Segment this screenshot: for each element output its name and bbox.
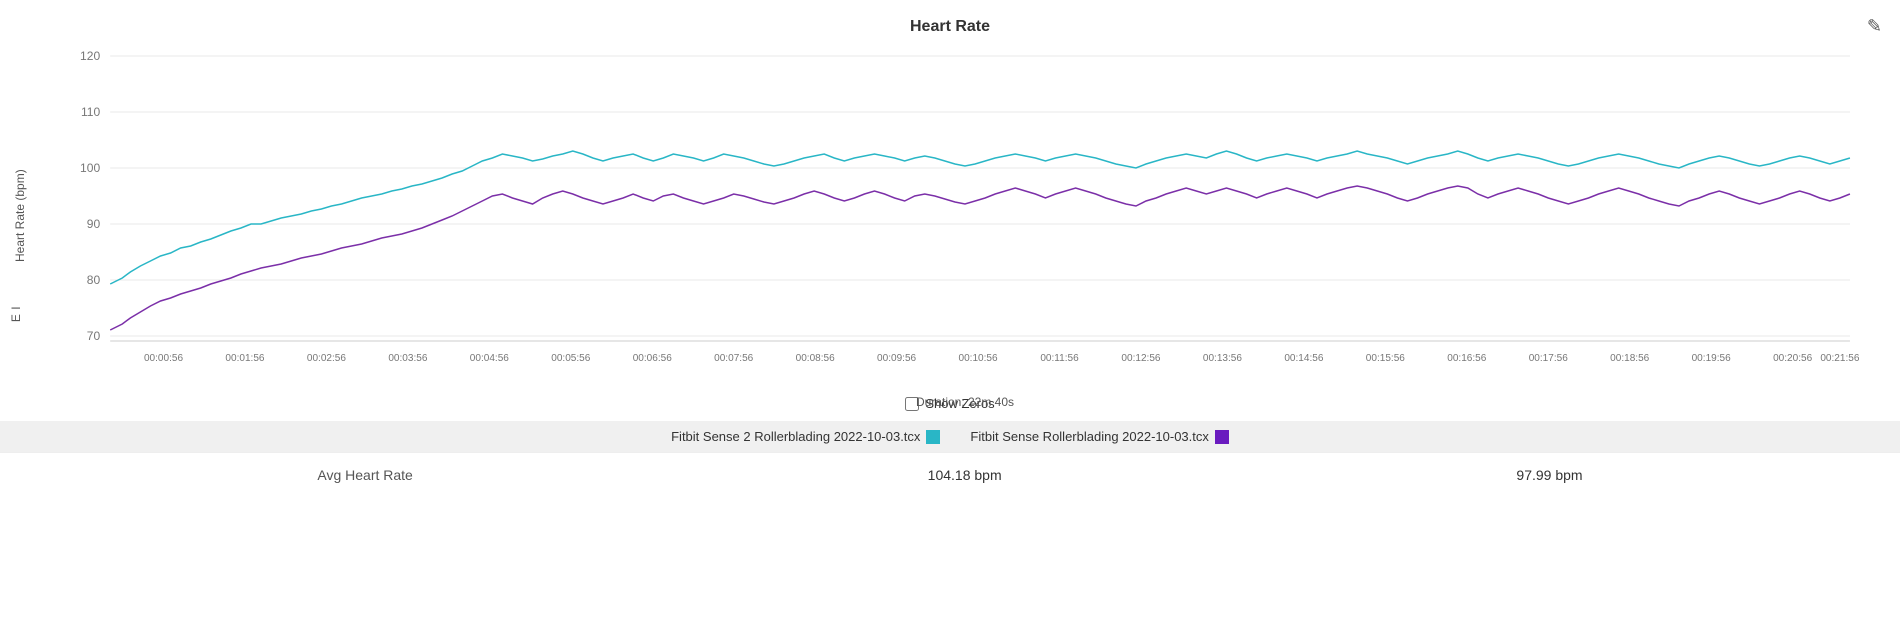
- svg-text:00:09:56: 00:09:56: [877, 353, 917, 364]
- svg-text:00:13:56: 00:13:56: [1203, 353, 1243, 364]
- legend-label-sense2: Fitbit Sense 2 Rollerblading 2022-10-03.…: [671, 429, 920, 444]
- svg-text:00:02:56: 00:02:56: [307, 353, 347, 364]
- svg-text:120: 120: [80, 49, 100, 63]
- avg-hr-sense: 97.99 bpm: [1516, 467, 1582, 483]
- svg-text:00:06:56: 00:06:56: [633, 353, 673, 364]
- legend-color-sense2: [926, 430, 940, 444]
- svg-text:00:12:56: 00:12:56: [1121, 353, 1161, 364]
- svg-text:00:10:56: 00:10:56: [959, 353, 999, 364]
- y-axis-label: Heart Rate (bpm): [10, 46, 30, 386]
- svg-text:100: 100: [80, 161, 100, 175]
- svg-text:00:01:56: 00:01:56: [225, 353, 265, 364]
- svg-text:00:19:56: 00:19:56: [1692, 353, 1732, 364]
- svg-text:00:14:56: 00:14:56: [1284, 353, 1324, 364]
- chart-svg: 120 110 100 90 80 70 00:00:56 00:01:56 0…: [70, 46, 1860, 386]
- avg-hr-label: Avg Heart Rate: [317, 467, 412, 483]
- stats-row: Avg Heart Rate 104.18 bpm 97.99 bpm: [0, 452, 1900, 497]
- legend-color-sense: [1215, 430, 1229, 444]
- svg-text:90: 90: [87, 217, 101, 231]
- svg-text:00:04:56: 00:04:56: [470, 353, 510, 364]
- svg-text:00:00:56: 00:00:56: [144, 353, 184, 364]
- svg-text:00:15:56: 00:15:56: [1366, 353, 1406, 364]
- chart-title: Heart Rate: [0, 0, 1900, 36]
- svg-text:00:17:56: 00:17:56: [1529, 353, 1569, 364]
- svg-text:110: 110: [81, 105, 101, 119]
- svg-text:70: 70: [87, 329, 101, 343]
- chart-container: Heart Rate ✎ E I Heart Rate (bpm) 120 11…: [0, 0, 1900, 627]
- svg-text:00:03:56: 00:03:56: [388, 353, 428, 364]
- svg-text:00:18:56: 00:18:56: [1610, 353, 1650, 364]
- legend-item-sense2: Fitbit Sense 2 Rollerblading 2022-10-03.…: [671, 429, 940, 444]
- svg-text:00:11:56: 00:11:56: [1040, 353, 1079, 364]
- edit-icon[interactable]: ✎: [1867, 16, 1882, 37]
- chart-area: Heart Rate (bpm) 120 110 100 90 80 70 00…: [70, 46, 1860, 386]
- svg-text:00:16:56: 00:16:56: [1447, 353, 1487, 364]
- svg-text:00:08:56: 00:08:56: [796, 353, 836, 364]
- svg-text:80: 80: [87, 273, 101, 287]
- x-axis-label: Duration: 22m 40s: [70, 395, 1860, 409]
- legend-item-sense: Fitbit Sense Rollerblading 2022-10-03.tc…: [970, 429, 1228, 444]
- svg-text:00:20:56: 00:20:56: [1773, 353, 1813, 364]
- svg-text:00:05:56: 00:05:56: [551, 353, 591, 364]
- avg-hr-sense2: 104.18 bpm: [928, 467, 1002, 483]
- sense-line: [110, 186, 1850, 330]
- svg-text:00:21:56: 00:21:56: [1820, 353, 1860, 364]
- legend-row: Fitbit Sense 2 Rollerblading 2022-10-03.…: [0, 421, 1900, 452]
- legend-label-sense: Fitbit Sense Rollerblading 2022-10-03.tc…: [970, 429, 1208, 444]
- svg-text:00:07:56: 00:07:56: [714, 353, 754, 364]
- sense2-line: [110, 151, 1850, 284]
